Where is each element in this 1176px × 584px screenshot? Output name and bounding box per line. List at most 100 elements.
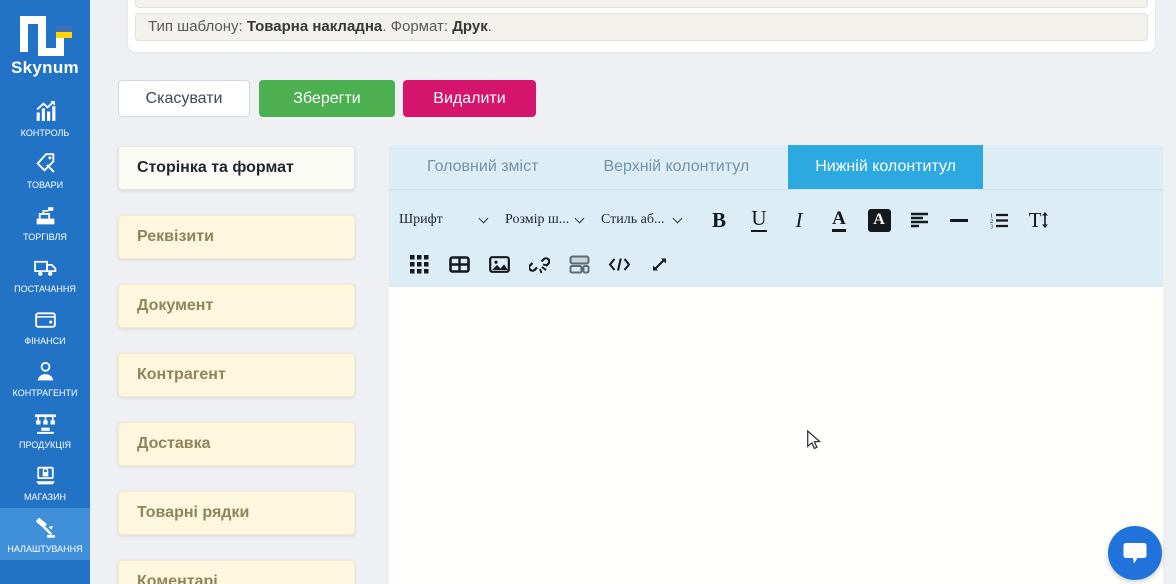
vertical-arrows-icon [1042,212,1049,228]
image-icon [488,255,510,273]
ordered-list-button[interactable]: 123 [979,203,1019,237]
wallet-icon [33,307,58,333]
table-icon [448,255,470,273]
person-icon [33,359,58,385]
sidebar-item-goods[interactable]: ТОВАРИ [0,144,90,196]
underline-icon: U [751,206,767,232]
production-line-icon [33,411,58,437]
sidebar-item-label: ПОСТАЧАННЯ [14,283,76,294]
cancel-button[interactable]: Скасувати [118,80,250,117]
chevron-down-icon [672,213,683,224]
layout-sections-icon [569,255,589,273]
font-family-dropdown[interactable]: Шрифт [399,212,491,228]
accordion-item-comments[interactable]: Коментарі [118,560,355,584]
template-type-box: Тип шаблону: Товарна накладна. Формат: Д… [135,13,1148,41]
svg-text:3: 3 [990,224,993,229]
sidebar-item-shop[interactable]: МАГАЗИН [0,456,90,508]
tab-main-content[interactable]: Головний зміст [400,145,565,189]
sidebar-item-settings[interactable]: НАЛАШТУВАННЯ [0,508,90,560]
sidebar-item-contractors[interactable]: КОНТРАГЕНТИ [0,352,90,404]
sidebar-item-production[interactable]: ПРОДУКЦІЯ [0,404,90,456]
online-shop-icon [33,463,58,489]
sidebar-item-control[interactable]: КОНТРОЛЬ [0,92,90,144]
footer-content-editor[interactable] [389,287,1163,584]
editor-tabs: Головний зміст Верхній колонтитул Нижній… [389,145,1163,190]
sidebar-item-label: КОНТРОЛЬ [20,127,70,138]
price-tag-icon [33,151,58,177]
logo-text: Skynum [11,58,79,77]
sidebar-item-label: ПРОДУКЦІЯ [19,439,71,450]
template-editor-panel: Головний зміст Верхній колонтитул Нижній… [389,145,1163,584]
accordion-item-delivery[interactable]: Доставка [118,422,355,466]
horizontal-rule-icon [950,218,968,222]
fullscreen-button[interactable] [639,247,679,281]
settings-accordion: Сторінка та формат Реквізити Документ Ко… [118,146,355,584]
italic-icon: I [795,207,803,232]
app-logo[interactable]: Skynum [0,0,90,78]
accordion-item-requisites[interactable]: Реквізити [118,215,355,259]
sidebar-item-label: НАЛАШТУВАННЯ [7,543,83,554]
font-color-button[interactable]: A [819,203,859,237]
bold-icon: B [711,207,726,232]
highlight-icon: A [867,208,891,232]
accordion-item-document[interactable]: Документ [118,284,355,328]
underline-button[interactable]: U [739,203,779,237]
insert-table-button[interactable] [439,247,479,281]
sidebar-item-label: ФІНАНСИ [24,335,66,346]
font-size-dropdown[interactable]: Розмір ш... [505,212,587,228]
unlink-icon [528,256,550,273]
toolbar-row-2 [399,242,1163,286]
delete-button[interactable]: Видалити [403,80,536,117]
sidebar-item-supply[interactable]: ПОСТАЧАННЯ [0,248,90,300]
sidebar-nav: КОНТРОЛЬ ТОВАРИ ТОРГІВЛЯ ПОСТАЧАННЯ ФІНА [0,92,90,560]
line-height-button[interactable]: T [1019,203,1059,237]
accordion-item-contractor[interactable]: Контрагент [118,353,355,397]
action-buttons: Скасувати Зберегти Видалити [118,80,536,117]
chat-widget-button[interactable] [1108,526,1162,580]
italic-button[interactable]: I [779,203,819,237]
accordion-item-product-rows[interactable]: Товарні рядки [118,491,355,535]
editor-toolbar: Шрифт Розмір ш... Стиль аб... B U I A A … [389,190,1163,286]
unlink-button[interactable] [519,247,559,281]
fullscreen-icon [652,258,666,270]
template-type-label: Тип шаблону: [148,18,247,35]
chevron-down-icon [478,213,489,224]
delivery-truck-icon [33,255,58,281]
horizontal-rule-button[interactable] [939,203,979,237]
source-code-button[interactable] [599,247,639,281]
save-button[interactable]: Зберегти [259,80,395,117]
format-label: Формат: [390,18,453,35]
bold-button[interactable]: B [699,203,739,237]
format-value: Друк [452,18,488,35]
tab-footer-section[interactable]: Нижній колонтитул [788,145,983,189]
accordion-item-page-format[interactable]: Сторінка та формат [118,146,355,190]
tab-header-section[interactable]: Верхній колонтитул [576,145,776,189]
sidebar-item-label: МАГАЗИН [23,491,67,502]
align-button[interactable] [899,203,939,237]
layout-sections-button[interactable] [559,247,599,281]
font-color-icon: A [832,209,846,232]
skynum-pulse-icon [20,16,72,56]
chat-icon [1123,543,1147,564]
template-name-box [135,0,1148,8]
sidebar-item-trade[interactable]: ТОРГІВЛЯ [0,196,90,248]
paragraph-style-dropdown[interactable]: Стиль аб... [601,212,685,228]
align-left-icon [910,212,928,227]
sidebar-item-label: ТОРГІВЛЯ [23,231,67,242]
cash-register-icon [33,203,58,229]
template-info-card: Тип шаблону: Товарна накладна. Формат: Д… [128,0,1155,52]
chevron-down-icon [574,213,585,224]
sidebar-item-label: ТОВАРИ [26,179,64,190]
line-height-icon: T [1028,207,1042,232]
insert-grid-button[interactable] [399,247,439,281]
sidebar-item-label: КОНТРАГЕНТИ [12,387,78,398]
code-icon [608,257,630,271]
insert-image-button[interactable] [479,247,519,281]
gavel-icon [33,515,58,541]
sidebar-item-finance[interactable]: ФІНАНСИ [0,300,90,352]
highlight-color-button[interactable]: A [859,203,899,237]
sidebar: Skynum КОНТРОЛЬ ТОВАРИ ТОРГІВЛЯ ПОСТАЧАН… [0,0,90,584]
toolbar-row-1: Шрифт Розмір ш... Стиль аб... B U I A A … [399,198,1163,242]
grid-icon [409,254,428,273]
growth-chart-icon [33,99,58,125]
